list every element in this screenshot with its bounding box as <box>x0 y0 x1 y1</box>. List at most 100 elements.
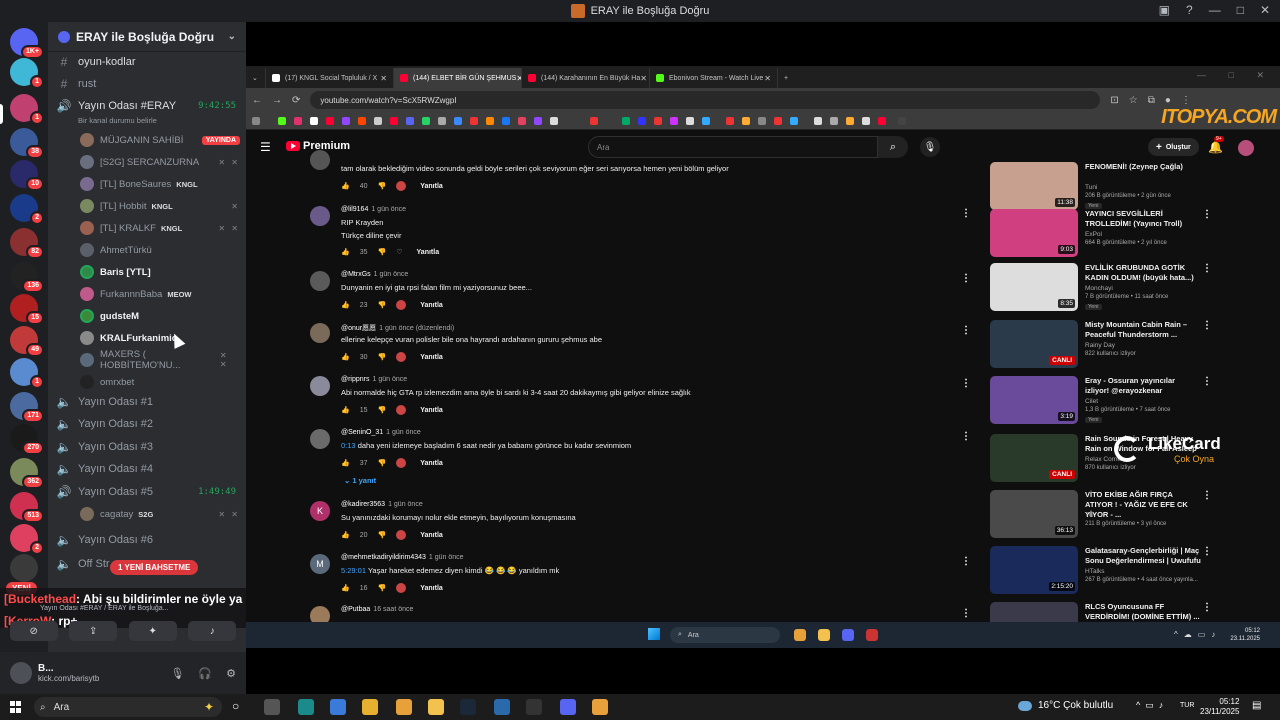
windows-start-icon[interactable] <box>648 628 660 640</box>
voice-channel[interactable]: 🔈 Yayın Odası #3 <box>56 437 242 457</box>
video-title[interactable]: Eray - Ossuran yayıncılar izliyor! @eray… <box>1085 376 1201 396</box>
dislike-icon[interactable]: 👎 <box>378 584 387 592</box>
related-video[interactable]: RLCS Oyuncusuna FF VERDİRDİM! (DOMİNE ET… <box>990 602 1270 622</box>
close-icon[interactable]: ✕ <box>640 74 647 83</box>
dislike-icon[interactable]: 👎 <box>378 248 387 256</box>
app-icon[interactable] <box>526 699 542 715</box>
server-icon[interactable]: 1 <box>10 58 44 89</box>
bookmark-icon[interactable] <box>638 117 646 125</box>
like-icon[interactable]: 👍 <box>341 406 350 414</box>
bookmark-icon[interactable] <box>486 117 494 125</box>
camera-off-button[interactable]: ⊘ <box>9 621 58 641</box>
circle-icon[interactable]: ○ <box>232 699 248 715</box>
voice-member[interactable]: FurkannnBaba MEOW <box>80 284 240 304</box>
comment-author[interactable]: @onur愿愿 <box>341 325 376 332</box>
bookmark-icon[interactable] <box>702 117 710 125</box>
bookmark-icon[interactable] <box>590 117 598 125</box>
discord-icon[interactable] <box>560 699 576 715</box>
dislike-icon[interactable]: 👎 <box>378 182 387 190</box>
microphone-icon[interactable]: 🎙 <box>920 137 940 157</box>
voice-member[interactable]: cagatay S2G ✕ ✕ <box>80 504 240 524</box>
comment-author[interactable]: @Putbaa <box>341 606 370 613</box>
avatar[interactable] <box>310 376 330 396</box>
more-options-icon[interactable]: ⋮ <box>961 556 971 567</box>
avatar[interactable] <box>310 323 330 343</box>
voice-member[interactable]: [TL] KRALKF KNGL ✕ ✕ <box>80 218 240 238</box>
close-icon[interactable]: ✕ <box>764 74 771 83</box>
video-thumbnail[interactable]: 2:15:20 <box>990 546 1078 594</box>
channel-status[interactable]: Bir kanal durumu belirle <box>78 116 157 125</box>
more-options-icon[interactable]: ⋮ <box>1202 602 1212 613</box>
related-video[interactable]: CANLI Misty Mountain Cabin Rain – Peacef… <box>990 320 1270 368</box>
app-icon[interactable] <box>494 699 510 715</box>
url-input[interactable]: youtube.com/watch?v=ScX5RWZwgpI <box>310 91 1101 109</box>
bookmark-icon[interactable] <box>758 117 766 125</box>
bookmark-icon[interactable] <box>814 117 822 125</box>
bookmark-icon[interactable] <box>438 117 446 125</box>
bookmark-icon[interactable] <box>310 117 318 125</box>
server-icon[interactable]: 2 <box>10 524 44 555</box>
mention-badge[interactable]: 1 YENİ BAHSETME <box>110 560 199 575</box>
video-title[interactable]: FENOMENİ! (Zeynep Çağla) <box>1085 162 1201 172</box>
like-icon[interactable]: 👍 <box>341 584 350 592</box>
extensions-icon[interactable]: ⧉ <box>1148 95 1155 106</box>
more-options-icon[interactable]: ⋮ <box>1202 490 1212 501</box>
language-indicator[interactable]: TUR <box>1180 702 1194 709</box>
more-options-icon[interactable]: ⋮ <box>1202 263 1212 274</box>
voice-channel[interactable]: 🔈 Yayın Odası #4 <box>56 459 242 479</box>
more-options-icon[interactable]: ⋮ <box>1202 376 1212 387</box>
voice-member[interactable]: gudsteM <box>80 306 240 326</box>
video-title[interactable]: Misty Mountain Cabin Rain – Peaceful Thu… <box>1085 320 1201 340</box>
server-icon[interactable]: 513 <box>10 492 44 523</box>
reply-button[interactable]: Yanıtla <box>420 183 443 190</box>
chrome-icon[interactable] <box>794 629 806 641</box>
like-icon[interactable]: 👍 <box>341 182 350 190</box>
screen-share-button[interactable]: ⇪ <box>69 621 118 641</box>
bookmark-icon[interactable] <box>878 117 886 125</box>
show-replies-button[interactable]: ⌄ 1 yanıt <box>344 476 376 485</box>
heart-outline-icon[interactable]: ♡ <box>396 248 402 256</box>
reply-button[interactable]: Yanıtla <box>417 249 440 256</box>
channel-name[interactable]: Cilet <box>1085 398 1098 405</box>
avatar[interactable]: M <box>310 554 330 574</box>
bookmark-icon[interactable] <box>726 117 734 125</box>
menu-icon[interactable]: ⋮ <box>1181 95 1191 106</box>
microphone-icon[interactable]: 🎙 <box>170 667 184 680</box>
related-video[interactable]: 9:03 YAYINCI SEVGİLİLERİ TROLLEDİM! (Yay… <box>990 209 1270 257</box>
create-button[interactable]: + Oluştur <box>1148 138 1199 156</box>
weather-widget[interactable]: 16°C Çok bulutlu <box>1018 700 1113 711</box>
reply-button[interactable]: Yanıtla <box>420 354 443 361</box>
bookmark-icon[interactable] <box>422 117 430 125</box>
reply-button[interactable]: Yanıtla <box>420 532 443 539</box>
clock[interactable]: 05:12 23/11/2025 <box>1200 697 1239 717</box>
bookmark-icon[interactable] <box>406 117 414 125</box>
voice-channel-active[interactable]: 🔊 Yayın Odası #ERAY 9:42:55 <box>56 96 242 116</box>
voice-channel[interactable]: 🔊 Yayın Odası #5 1:49:49 <box>56 482 242 502</box>
minimize-button[interactable]: — <box>1209 3 1221 17</box>
bookmark-icon[interactable] <box>846 117 854 125</box>
video-title[interactable]: RLCS Oyuncusuna FF VERDİRDİM! (DOMİNE ET… <box>1085 602 1201 622</box>
server-icon[interactable]: 1 <box>10 358 44 389</box>
bookmark-icon[interactable] <box>830 117 838 125</box>
related-video[interactable]: 2:15:20 Galatasaray-Gençlerbirliği | Maç… <box>990 546 1270 594</box>
reply-button[interactable]: Yanıtla <box>420 460 443 467</box>
video-thumbnail[interactable] <box>990 602 1078 622</box>
comment-author[interactable]: @MtrxGs <box>341 271 371 278</box>
server-icon[interactable]: 82 <box>10 228 44 259</box>
browser-tab[interactable]: Ebonivon Stream - Watch Live ✕ <box>650 68 778 88</box>
server-icon[interactable] <box>10 554 38 582</box>
apps-icon[interactable] <box>252 117 260 125</box>
server-icon[interactable]: 10 <box>10 160 44 191</box>
system-tray[interactable]: ^☁▭♪ <box>1174 630 1221 639</box>
more-options-icon[interactable]: ⋮ <box>961 273 971 284</box>
voice-channel[interactable]: 🔈 Yayın Odası #2 <box>56 414 242 434</box>
like-icon[interactable]: 👍 <box>341 248 350 256</box>
reply-button[interactable]: Yanıtla <box>420 302 443 309</box>
voice-member[interactable]: [TL] BoneSaures KNGL <box>80 174 240 194</box>
back-icon[interactable]: ← <box>252 95 262 106</box>
comment-author[interactable]: @SeninO_31 <box>341 429 383 436</box>
system-tray[interactable]: ^▭♪ <box>1136 700 1168 711</box>
video-thumbnail[interactable]: 8:35 <box>990 263 1078 311</box>
forward-icon[interactable]: → <box>272 95 282 106</box>
video-thumbnail[interactable]: CANLI <box>990 320 1078 368</box>
